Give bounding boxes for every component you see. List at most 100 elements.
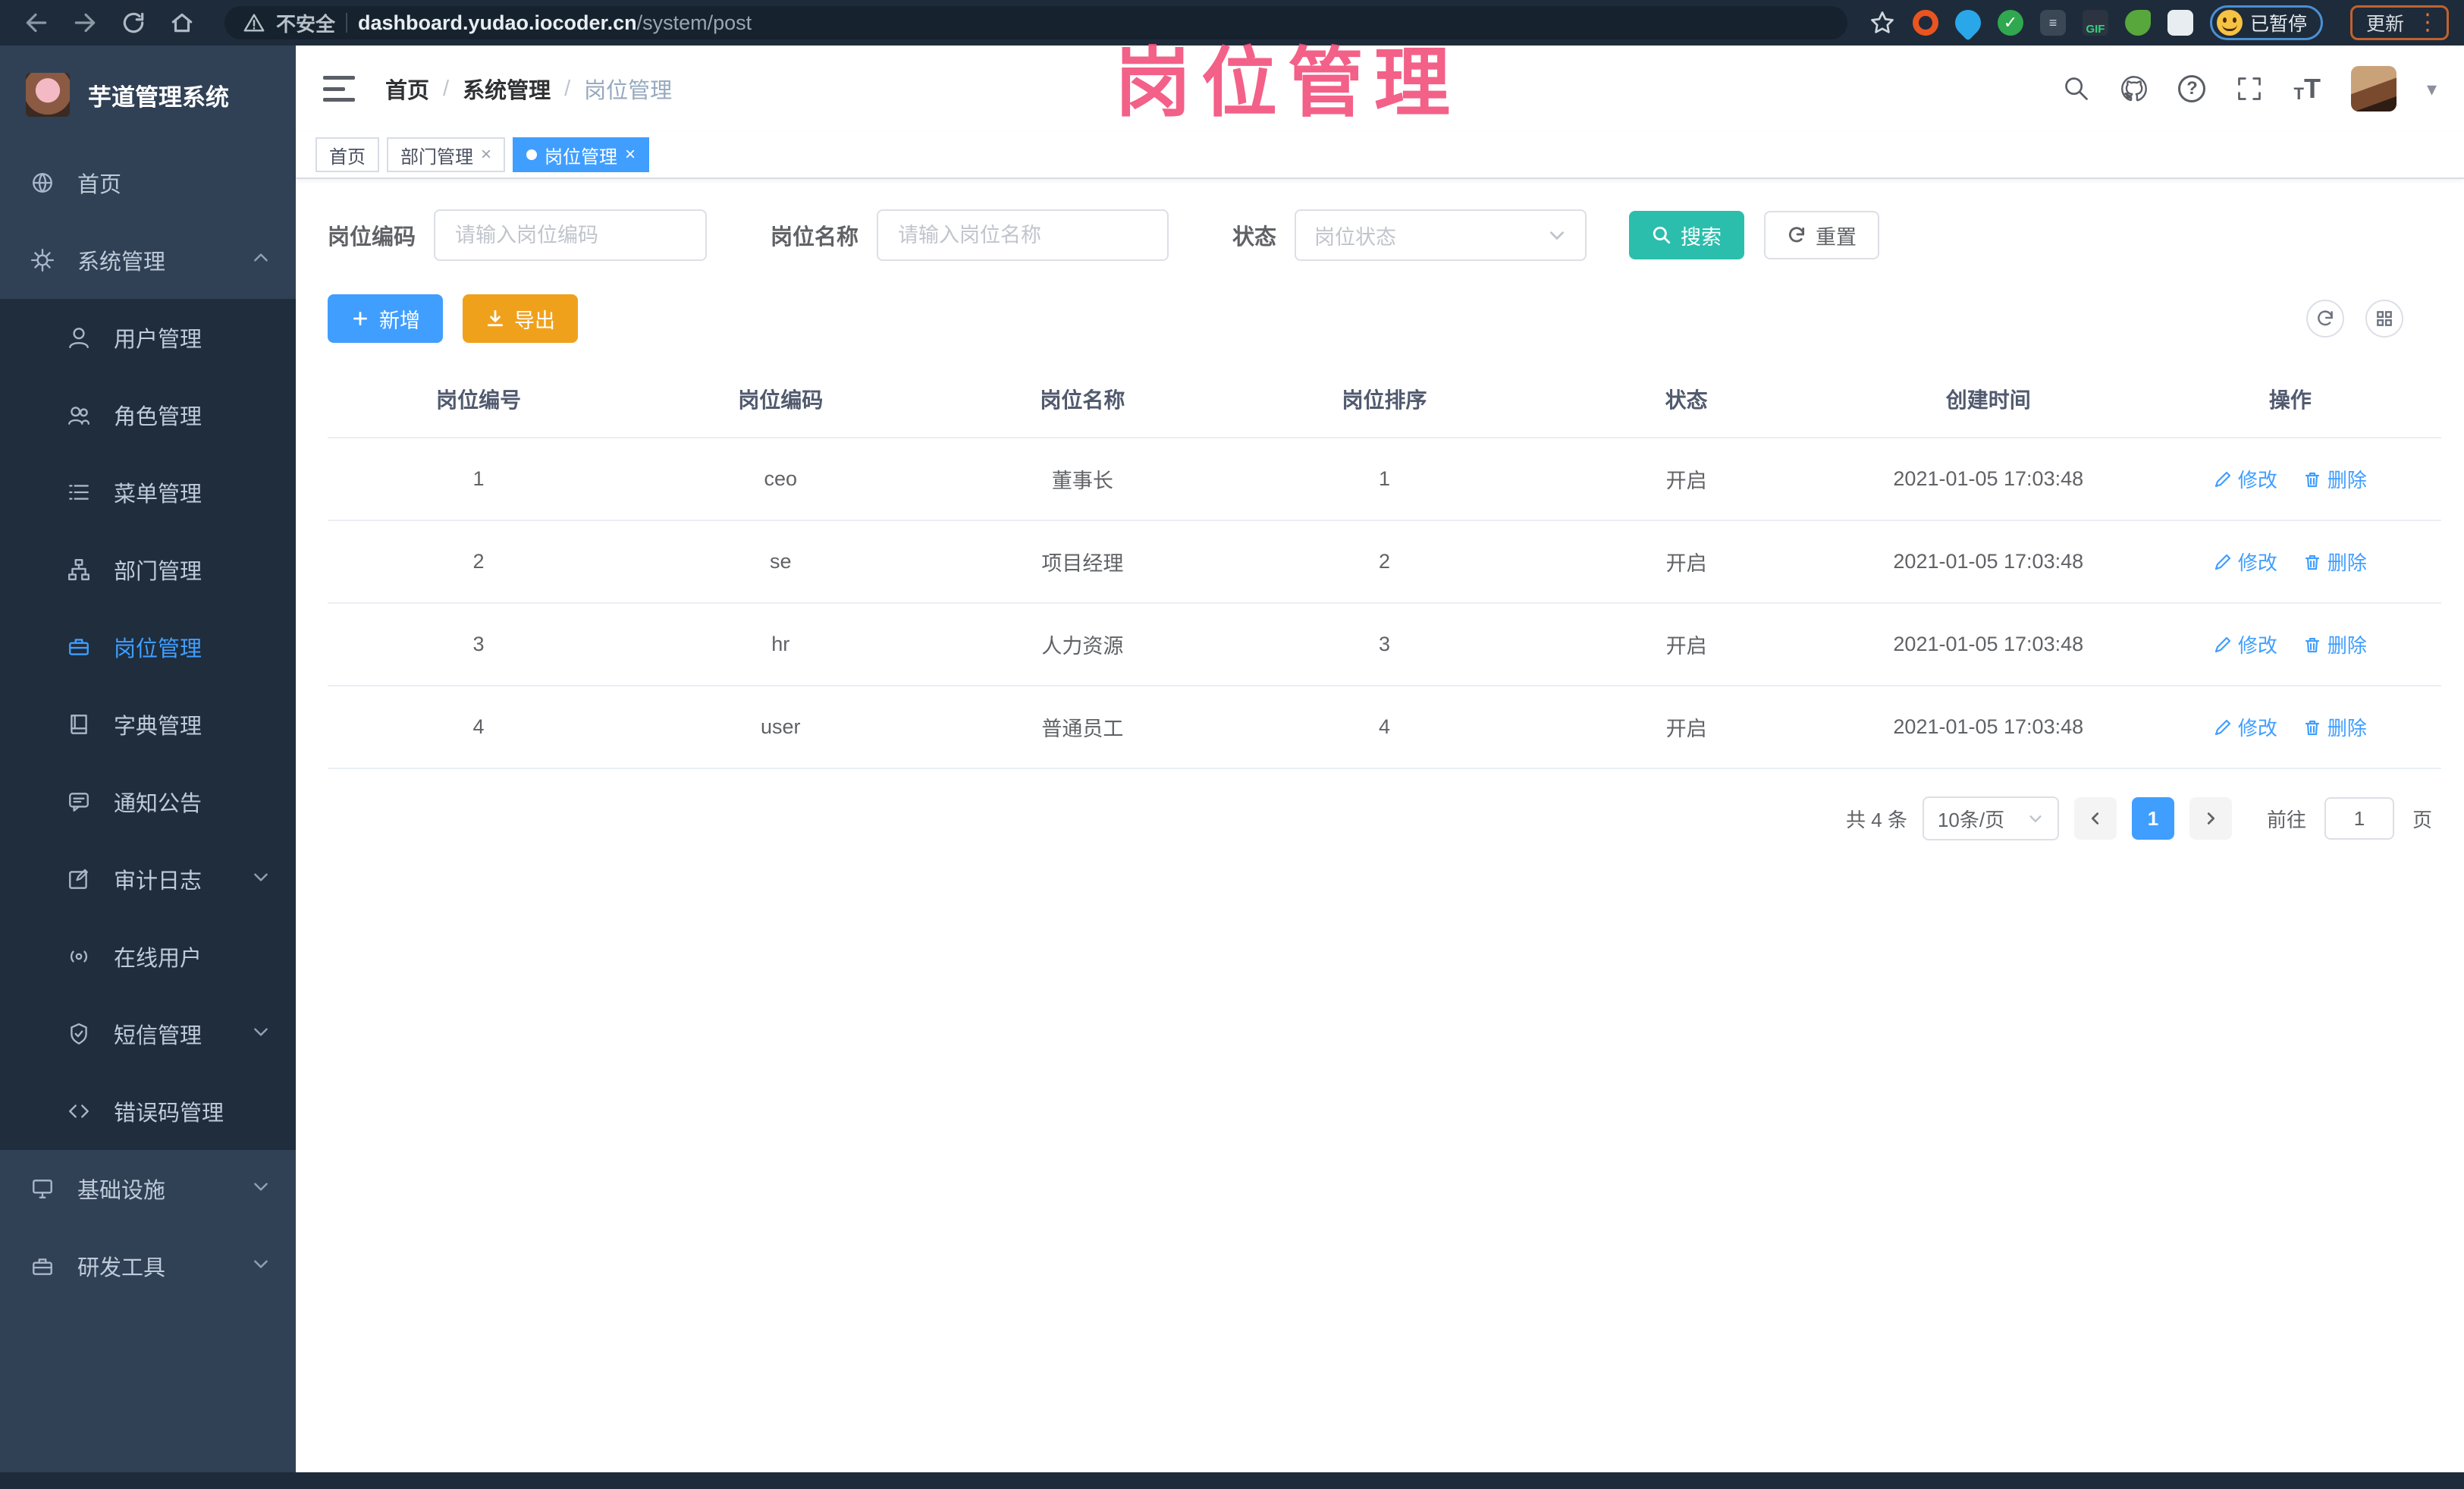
search-button[interactable]: 搜索 xyxy=(1629,211,1745,259)
sidebar-item-users[interactable]: 用户管理 xyxy=(0,299,296,376)
status-label: 状态 xyxy=(1232,225,1277,250)
reset-button[interactable]: 重置 xyxy=(1764,211,1880,259)
toolbox-icon xyxy=(33,1258,52,1275)
sidebar-item-system[interactable]: 系统管理 xyxy=(0,221,296,299)
font-size-icon[interactable]: TT xyxy=(2293,75,2320,102)
extension-orange-icon[interactable] xyxy=(1912,10,1938,36)
download-icon xyxy=(487,309,504,327)
address-bar[interactable]: 不安全 dashboard.yudao.iocoder.cn/system/po… xyxy=(224,6,1847,39)
close-icon[interactable]: × xyxy=(481,146,491,164)
help-icon[interactable]: ? xyxy=(2178,75,2206,102)
page-unit-label: 页 xyxy=(2412,808,2432,831)
sidebar-item-dev-tools[interactable]: 研发工具 xyxy=(0,1227,296,1305)
sidebar-item-audit-log[interactable]: 审计日志 xyxy=(0,840,296,918)
sidebar-item-posts[interactable]: 岗位管理 xyxy=(0,608,296,686)
briefcase-icon xyxy=(69,639,89,655)
tags-view-bar: 首页 部门管理 × 岗位管理 × xyxy=(296,132,2464,179)
browser-profile-badge[interactable]: 已暂停 xyxy=(2209,5,2323,40)
pencil-icon xyxy=(2214,719,2231,735)
sidebar-item-notice[interactable]: 通知公告 xyxy=(0,763,296,840)
extension-gif-icon[interactable]: GIF xyxy=(2082,10,2108,36)
extension-check-icon[interactable]: ✓ xyxy=(1997,10,2023,36)
user-avatar[interactable] xyxy=(2350,66,2397,112)
total-count: 共 4 条 xyxy=(1846,808,1907,831)
sidebar-item-depts[interactable]: 部门管理 xyxy=(0,531,296,608)
delete-link[interactable]: 删除 xyxy=(2303,548,2367,576)
browser-reload-icon[interactable] xyxy=(112,6,155,39)
close-icon[interactable]: × xyxy=(625,146,636,164)
edit-link[interactable]: 修改 xyxy=(2214,630,2277,658)
status-select[interactable]: 岗位状态 xyxy=(1295,209,1587,261)
extensions-puzzle-icon[interactable] xyxy=(2167,10,2193,36)
search-icon[interactable] xyxy=(2063,75,2090,102)
delete-link[interactable]: 删除 xyxy=(2303,465,2367,493)
sidebar-item-error-codes[interactable]: 错误码管理 xyxy=(0,1073,296,1150)
browser-extensions: ✓ ≡ GIF 已暂停 更新 ⋮ xyxy=(1869,4,2449,42)
fullscreen-icon[interactable] xyxy=(2236,75,2263,102)
logo-image xyxy=(26,73,70,117)
edit-link[interactable]: 修改 xyxy=(2214,465,2277,493)
browser-update-button[interactable]: 更新 ⋮ xyxy=(2349,5,2449,40)
sidebar-item-roles[interactable]: 角色管理 xyxy=(0,376,296,454)
browser-back-icon[interactable] xyxy=(15,6,58,39)
browser-forward-icon[interactable] xyxy=(64,6,106,39)
extension-sliders-icon[interactable]: ≡ xyxy=(2039,10,2066,36)
kebab-menu-icon[interactable]: ⋮ xyxy=(2416,11,2439,34)
edit-link[interactable]: 修改 xyxy=(2214,548,2277,576)
page-number-current[interactable]: 1 xyxy=(2131,797,2174,840)
pencil-icon xyxy=(2214,554,2231,570)
avatar-caret-icon[interactable]: ▾ xyxy=(2427,77,2437,101)
tab-post-active[interactable]: 岗位管理 × xyxy=(513,137,650,172)
add-button[interactable]: 新增 xyxy=(328,294,443,343)
security-label[interactable]: 不安全 xyxy=(276,9,335,37)
col-status: 状态 xyxy=(1535,361,1838,438)
delete-link[interactable]: 删除 xyxy=(2303,713,2367,741)
sidebar-item-menus[interactable]: 菜单管理 xyxy=(0,454,296,531)
table-row: 4 user 普通员工 4 开启 2021-01-05 17:03:48 修改 … xyxy=(328,686,2441,769)
goto-page-input[interactable] xyxy=(2324,797,2394,840)
announcement-icon xyxy=(69,793,89,812)
app-logo-row[interactable]: 芋道管理系统 xyxy=(0,46,296,144)
monitor-icon xyxy=(33,1180,52,1198)
sidebar-collapse-icon[interactable] xyxy=(323,76,355,102)
delete-link[interactable]: 删除 xyxy=(2303,630,2367,658)
pencil-icon xyxy=(2214,471,2231,487)
extension-pin-icon[interactable] xyxy=(1949,4,1987,42)
list-icon xyxy=(69,485,89,500)
refresh-icon xyxy=(2318,310,2333,326)
export-button[interactable]: 导出 xyxy=(463,294,578,343)
app-title: 芋道管理系统 xyxy=(88,83,229,111)
post-name-label: 岗位名称 xyxy=(771,225,859,250)
window-bottom-strip xyxy=(0,1472,2464,1489)
search-icon xyxy=(1653,226,1671,244)
post-code-input[interactable] xyxy=(434,209,708,261)
url-text[interactable]: dashboard.yudao.iocoder.cn/system/post xyxy=(358,11,752,35)
extension-leaf-icon[interactable] xyxy=(2124,10,2151,36)
trash-icon xyxy=(2305,554,2320,570)
sidebar-item-sms[interactable]: 短信管理 xyxy=(0,995,296,1073)
browser-home-icon[interactable] xyxy=(161,6,203,39)
column-settings-button[interactable] xyxy=(2365,300,2403,338)
page-size-select[interactable]: 10条/页 xyxy=(1922,796,2059,840)
breadcrumb-system[interactable]: 系统管理 xyxy=(463,73,551,105)
prev-page-button[interactable] xyxy=(2073,797,2117,840)
sidebar-item-home[interactable]: 首页 xyxy=(0,144,296,221)
org-tree-icon xyxy=(68,559,89,580)
breadcrumb-home[interactable]: 首页 xyxy=(385,73,429,105)
sidebar-item-online-users[interactable]: 在线用户 xyxy=(0,918,296,995)
col-created: 创建时间 xyxy=(1837,361,2139,438)
bookmark-star-icon[interactable] xyxy=(1869,9,1896,36)
sidebar-item-dict[interactable]: 字典管理 xyxy=(0,686,296,763)
grid-icon xyxy=(2377,311,2392,326)
edit-link[interactable]: 修改 xyxy=(2214,713,2277,741)
post-name-input[interactable] xyxy=(877,209,1169,261)
next-page-button[interactable] xyxy=(2189,797,2232,840)
github-icon[interactable] xyxy=(2120,75,2148,102)
post-code-label: 岗位编码 xyxy=(328,225,416,250)
table-tools xyxy=(2306,300,2441,338)
chevron-up-icon xyxy=(254,253,268,261)
refresh-table-button[interactable] xyxy=(2306,300,2344,338)
tab-home[interactable]: 首页 xyxy=(315,137,379,172)
sidebar-item-infrastructure[interactable]: 基础设施 xyxy=(0,1150,296,1227)
tab-dept[interactable]: 部门管理 × xyxy=(387,137,506,172)
